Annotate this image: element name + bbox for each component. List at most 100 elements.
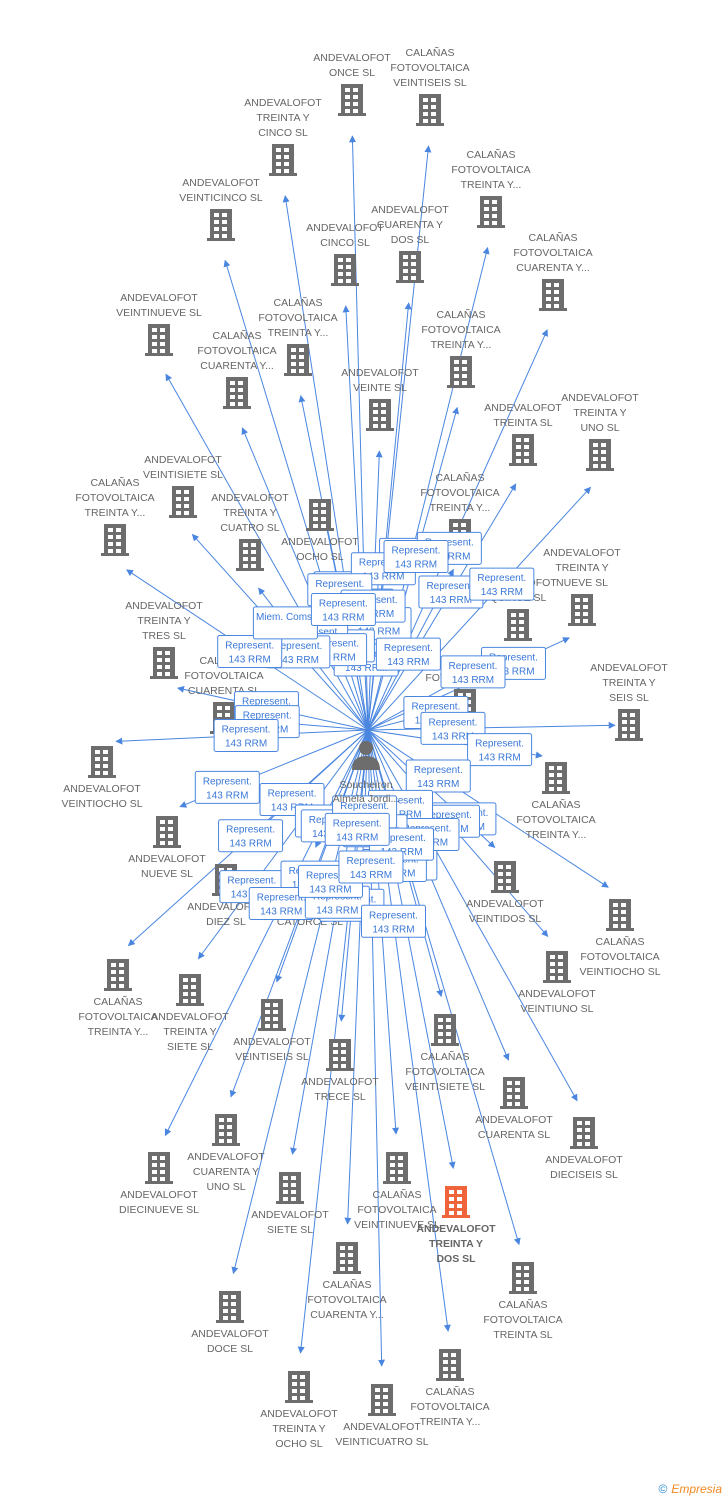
company-node[interactable]: CALAÑAS FOTOVOLTAICA VEINTISEIS SL	[390, 46, 470, 126]
company-node[interactable]: ANDEVALOFOT VEINTISEIS SL	[233, 999, 311, 1063]
company-node[interactable]: ANDEVALOFOT VEINTICINCO SL	[179, 177, 263, 241]
company-node[interactable]: ANDEVALOFOT OCHO SL	[281, 499, 359, 563]
relation-type: Represent.	[411, 702, 460, 713]
company-node[interactable]: CALAÑAS FOTOVOLTAICA VEINTISIETE SL	[405, 1014, 485, 1093]
company-node[interactable]: ANDEVALOFOT CUARENTA Y DOS SL	[371, 204, 449, 283]
company-name-line: DOS SL	[391, 234, 430, 246]
company-node[interactable]: CALAÑAS FOTOVOLTAICA CUARENTA Y...	[307, 1242, 387, 1321]
company-node[interactable]: ANDEVALOFOT VEINTIOCHO SL	[61, 746, 143, 810]
relation-badge[interactable]: Represent. 143 RRM	[194, 770, 260, 804]
company-name-line: TREINTA Y	[429, 1238, 483, 1250]
company-node[interactable]: CALAÑAS FOTOVOLTAICA TREINTA Y...	[516, 762, 596, 841]
company-name-line: FOTOVOLTAICA	[258, 312, 337, 324]
company-name-line: ANDEVALOFOT	[244, 97, 322, 109]
company-name-line: CUARENTA Y	[377, 219, 443, 231]
company-node[interactable]: ANDEVALOFOT TREINTA Y CUATRO SL	[211, 492, 289, 571]
company-node[interactable]: ANDEVALOFOT VEINTIDOS SL	[466, 861, 544, 925]
company-name-line: VEINTICUATRO SL	[335, 1436, 428, 1448]
company-name-line: CALAÑAS	[420, 1050, 469, 1063]
company-node[interactable]: ANDEVALOFOT VEINTINUEVE SL	[116, 292, 202, 356]
company-name-line: ANDEVALOFOT	[120, 1189, 198, 1201]
company-name-line: CUARENTA SL	[478, 1129, 550, 1141]
relation-badge[interactable]: Represent. 143 RRM	[469, 567, 535, 601]
relation-badge[interactable]: Miem. Coms.	[252, 606, 318, 640]
company-name-line: FOTOVOLTAICA	[420, 487, 499, 499]
company-node[interactable]: CALAÑAS FOTOVOLTAICA CUARENTA Y...	[513, 231, 593, 311]
company-node[interactable]: CALAÑAS FOTOVOLTAICA TREINTA Y...	[451, 148, 531, 228]
company-name-line: ANDEVALOFOT	[590, 662, 668, 674]
company-node[interactable]: CALAÑAS FOTOVOLTAICA TREINTA Y...	[78, 959, 158, 1038]
relation-code: 143 RRM	[481, 587, 523, 598]
company-name-line: SIETE SL	[167, 1041, 213, 1053]
company-node[interactable]: CALAÑAS FOTOVOLTAICA CUARENTA Y...	[197, 329, 277, 409]
relation-code: 143 RRM	[452, 675, 494, 686]
relation-badge[interactable]: Represent. 143 RRM	[338, 850, 404, 884]
relation-code: 143 RRM	[395, 560, 437, 571]
company-name-line: CALAÑAS	[436, 308, 485, 321]
relation-badge[interactable]: Represent. 143 RRM	[383, 540, 449, 574]
company-node[interactable]: ANDEVALOFOT VEINTE SL	[341, 367, 419, 431]
company-node[interactable]: CALAÑAS FOTOVOLTAICA VEINTIOCHO SL	[579, 899, 661, 978]
company-node[interactable]: ANDEVALOFOT NUEVE SL	[128, 816, 206, 880]
relation-badge[interactable]: Represent. 143 RRM	[213, 718, 279, 752]
relation-badge[interactable]: Represent. 143 RRM	[361, 904, 427, 938]
company-name-line: DIECISEIS SL	[550, 1169, 618, 1181]
footer-brand[interactable]: © Empresia	[658, 1482, 722, 1496]
relation-type: Represent.	[268, 789, 317, 800]
company-name-line: TRES SL	[142, 630, 186, 642]
relation-type: Represent.	[315, 579, 364, 590]
company-node[interactable]: ANDEVALOFOT ONCE SL	[313, 52, 391, 116]
company-name-line: NUEVE SL	[141, 868, 193, 880]
company-node[interactable]: ANDEVALOFOT TREINTA Y UNO SL	[561, 392, 639, 471]
company-node[interactable]: ANDEVALOFOT SIETE SL	[251, 1172, 329, 1236]
building-icon	[383, 1152, 411, 1184]
building-icon	[586, 439, 614, 471]
building-icon	[276, 1172, 304, 1204]
relation-type: Represent.	[346, 856, 395, 867]
company-name-line: VEINTISIETE SL	[143, 469, 223, 481]
building-icon	[150, 647, 178, 679]
company-name-line: SEIS SL	[609, 692, 649, 704]
company-name-line: ANDEVALOFOT	[545, 1154, 623, 1166]
company-node[interactable]: ANDEVALOFOT TRECE SL	[301, 1039, 379, 1103]
building-icon	[104, 959, 132, 991]
company-node[interactable]: ANDEVALOFOT CINCO SL	[306, 222, 384, 286]
company-node[interactable]: CALAÑAS FOTOVOLTAICA TREINTA Y...	[421, 308, 501, 388]
building-icon	[615, 709, 643, 741]
company-node[interactable]: ANDEVALOFOT TREINTA Y DOS SL	[416, 1186, 496, 1265]
company-node[interactable]: ANDEVALOFOT TREINTA Y SIETE SL	[151, 974, 229, 1053]
company-node[interactable]: ANDEVALOFOT TREINTA Y SEIS SL	[590, 662, 668, 741]
company-name-line: VEINTIOCHO SL	[579, 966, 660, 978]
company-node[interactable]: ANDEVALOFOT VEINTISIETE SL	[143, 454, 223, 518]
company-node[interactable]: ANDEVALOFOT TREINTA Y TRES SL	[125, 600, 203, 679]
relation-badge[interactable]: Represent. 143 RRM	[405, 759, 471, 793]
relation-badge[interactable]: Represent. 143 RRM	[310, 592, 376, 626]
company-name-line: FOTOVOLTAICA	[410, 1401, 489, 1413]
company-node[interactable]: CALAÑAS FOTOVOLTAICA TREINTA SL	[483, 1262, 563, 1341]
company-node[interactable]: ANDEVALOFOT CUARENTA Y UNO SL	[187, 1114, 265, 1193]
company-name-line: VEINTIDOS SL	[469, 913, 542, 925]
relation-type: Represent.	[414, 765, 463, 776]
relation-badge[interactable]: Represent. 143 RRM	[324, 812, 390, 846]
company-node[interactable]: ANDEVALOFOT DIECISEIS SL	[545, 1117, 623, 1181]
company-node[interactable]: ANDEVALOFOT VEINTICUATRO SL	[335, 1384, 429, 1448]
company-node[interactable]: ANDEVALOFOT TREINTA Y CINCO SL	[244, 97, 322, 176]
relation-badge[interactable]: Represent. 143 RRM	[467, 733, 533, 767]
relation-badge[interactable]: Represent. 143 RRM	[217, 634, 283, 668]
company-name-line: CUARENTA Y...	[200, 360, 274, 372]
company-node[interactable]: ANDEVALOFOT TREINTA Y OCHO SL	[260, 1371, 338, 1450]
relation-badge[interactable]: Represent. 143 RRM	[218, 819, 284, 853]
company-node[interactable]: CALAÑAS FOTOVOLTAICA TREINTA Y...	[75, 476, 155, 556]
company-node[interactable]: ANDEVALOFOT DOCE SL	[191, 1291, 269, 1355]
company-node[interactable]: ANDEVALOFOT CUARENTA SL	[475, 1077, 553, 1141]
company-node[interactable]: CALAÑAS FOTOVOLTAICA TREINTA Y...	[410, 1349, 490, 1428]
center-name-line1: Soucheiron	[339, 779, 392, 791]
relation-badge[interactable]: Represent. 143 RRM	[440, 655, 506, 689]
company-node[interactable]: CALAÑASFOTOVOLTAICAVEINTINUEVE SL	[354, 1152, 440, 1231]
building-icon	[542, 762, 570, 794]
company-name-line: FOTOVOLTAICA	[580, 951, 659, 963]
relation-badge[interactable]: Represent. 143 RRM	[375, 637, 441, 671]
company-node[interactable]: ANDEVALOFOT TREINTA SL	[484, 402, 562, 466]
company-name-line: ANDEVALOFOT	[466, 898, 544, 910]
building-icon	[145, 1152, 173, 1184]
